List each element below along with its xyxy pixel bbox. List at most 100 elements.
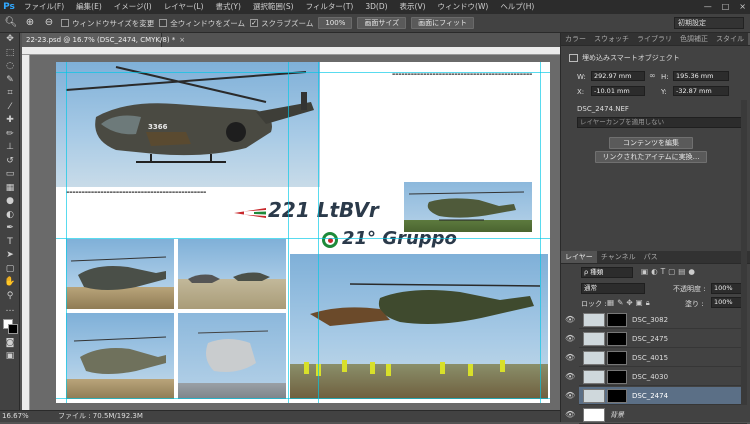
fill-field[interactable]: 100%: [711, 297, 743, 308]
blend-mode-select[interactable]: 通常: [581, 283, 645, 294]
visibility-eye-icon[interactable]: 👁︎: [565, 410, 575, 420]
x-field[interactable]: -10.01 mm: [591, 86, 645, 96]
visibility-eye-icon[interactable]: 👁︎: [565, 315, 575, 325]
quick-select-tool-icon[interactable]: ✎: [0, 74, 20, 88]
menu-help[interactable]: ヘルプ(H): [494, 0, 540, 14]
marquee-tool-icon[interactable]: ⬚: [0, 47, 20, 61]
menu-select[interactable]: 選択範囲(S): [247, 0, 300, 14]
hand-tool-icon[interactable]: ✋: [0, 276, 20, 290]
width-field[interactable]: 292.97 mm: [591, 71, 645, 81]
edit-contents-button[interactable]: コンテンツを編集: [609, 137, 693, 149]
menu-edit[interactable]: 編集(E): [70, 0, 108, 14]
blur-tool-icon[interactable]: ●: [0, 195, 20, 209]
pen-tool-icon[interactable]: ✒: [0, 222, 20, 236]
menu-image[interactable]: イメージ(I): [108, 0, 158, 14]
vertical-ruler[interactable]: [22, 55, 30, 410]
layer-comp-select[interactable]: レイヤーカンプを適用しない: [577, 117, 743, 128]
layer-row[interactable]: 👁︎ DSC_2475: [565, 330, 747, 348]
tab-color[interactable]: カラー: [561, 33, 590, 45]
height-field[interactable]: 195.36 mm: [673, 71, 729, 81]
path-select-icon[interactable]: ➤: [0, 249, 20, 263]
workspace-select[interactable]: 初期設定: [674, 17, 744, 29]
move-tool-icon[interactable]: ✥: [0, 33, 20, 47]
crop-tool-icon[interactable]: ⌗: [0, 87, 20, 101]
shape-tool-icon[interactable]: ▢: [0, 263, 20, 277]
quick-mask-icon[interactable]: ◙: [0, 337, 20, 351]
zoom-level[interactable]: 16.67%: [2, 411, 30, 422]
layer-row[interactable]: 👁︎ DSC_4015: [565, 349, 747, 367]
y-field[interactable]: -32.87 mm: [673, 86, 729, 96]
document-tab[interactable]: 22-23.psd @ 16.7% (DSC_2474, CMYK/8) * ×: [22, 33, 185, 47]
background-color-icon[interactable]: [8, 323, 18, 334]
color-swatches-icon[interactable]: [0, 317, 20, 337]
layer-mask-thumbnail[interactable]: [607, 312, 627, 327]
layer-row[interactable]: 👁︎ DSC_2474: [565, 387, 747, 405]
zoom-100-button[interactable]: 100%: [318, 17, 353, 29]
guide-line[interactable]: [540, 62, 541, 403]
close-window-button[interactable]: ×: [739, 0, 746, 14]
zoom-all-checkbox[interactable]: 全ウィンドウをズーム: [159, 18, 245, 29]
tab-paths[interactable]: パス: [640, 251, 662, 263]
zoom-in-icon[interactable]: ⊕: [23, 16, 37, 30]
menu-window[interactable]: ウィンドウ(W): [432, 0, 495, 14]
fill-screen-button[interactable]: 画面にフィット: [411, 17, 475, 29]
history-brush-icon[interactable]: ↺: [0, 155, 20, 169]
menu-file[interactable]: ファイル(F): [18, 0, 70, 14]
healing-brush-icon[interactable]: ✚: [0, 114, 20, 128]
maximize-button[interactable]: □: [722, 0, 730, 14]
scrubby-zoom-checkbox[interactable]: ✓ スクラブズーム: [250, 18, 313, 29]
more-tools-icon[interactable]: …: [0, 303, 20, 317]
tab-styles[interactable]: スタイル: [712, 33, 748, 45]
guide-line[interactable]: [318, 62, 319, 403]
layer-filter-select[interactable]: ρ 種類: [581, 267, 633, 278]
tab-swatches[interactable]: スウォッチ: [590, 33, 633, 45]
layer-mask-thumbnail[interactable]: [607, 388, 627, 403]
stamp-tool-icon[interactable]: ⊥: [0, 141, 20, 155]
opacity-field[interactable]: 100%: [711, 283, 743, 294]
fit-screen-button[interactable]: 画面サイズ: [357, 17, 407, 29]
lasso-tool-icon[interactable]: ◌: [0, 60, 20, 74]
menu-layer[interactable]: レイヤー(L): [158, 0, 210, 14]
tab-channels[interactable]: チャンネル: [597, 251, 640, 263]
guide-line[interactable]: [288, 62, 289, 403]
menu-view[interactable]: 表示(V): [394, 0, 432, 14]
type-tool-icon[interactable]: T: [0, 236, 20, 250]
screen-mode-icon[interactable]: ▣: [0, 350, 20, 364]
layer-mask-thumbnail[interactable]: [607, 350, 627, 365]
guide-line[interactable]: [56, 398, 550, 399]
document-canvas[interactable]: 3366 ▬▬▬▬▬▬▬▬▬▬▬▬▬▬▬▬▬▬▬▬▬▬▬▬▬▬▬▬▬▬▬▬▬▬▬…: [56, 62, 550, 403]
visibility-eye-icon[interactable]: 👁︎: [565, 391, 575, 401]
layer-row[interactable]: 👁︎ DSC_3082: [565, 311, 747, 329]
zoom-out-icon[interactable]: ⊖: [42, 16, 56, 30]
brush-tool-icon[interactable]: ✏: [0, 128, 20, 142]
guide-line[interactable]: [56, 72, 550, 73]
layer-row[interactable]: 👁︎ DSC_4030: [565, 368, 747, 386]
guide-line[interactable]: [56, 238, 550, 239]
zoom-tool-icon[interactable]: 🔍︎: [4, 16, 18, 30]
eraser-tool-icon[interactable]: ▭: [0, 168, 20, 182]
menu-type[interactable]: 書式(Y): [210, 0, 247, 14]
gradient-tool-icon[interactable]: ▦: [0, 182, 20, 196]
convert-to-linked-button[interactable]: リンクされたアイテムに実換…: [595, 151, 707, 163]
eyedropper-tool-icon[interactable]: ⁄: [0, 101, 20, 115]
dodge-tool-icon[interactable]: ◐: [0, 209, 20, 223]
layer-mask-thumbnail[interactable]: [607, 331, 627, 346]
visibility-eye-icon[interactable]: 👁︎: [565, 353, 575, 363]
menu-filter[interactable]: フィルター(T): [300, 0, 360, 14]
horizontal-ruler[interactable]: [22, 47, 560, 55]
tab-libraries[interactable]: ライブラリ: [633, 33, 676, 45]
canvas-area[interactable]: 3366 ▬▬▬▬▬▬▬▬▬▬▬▬▬▬▬▬▬▬▬▬▬▬▬▬▬▬▬▬▬▬▬▬▬▬▬…: [30, 55, 560, 410]
layer-mask-thumbnail[interactable]: [607, 369, 627, 384]
zoom-tool-icon[interactable]: ⚲: [0, 290, 20, 304]
lock-icons[interactable]: ▦✎✥▣🔒︎: [607, 298, 653, 308]
layer-row[interactable]: 👁︎ 背景: [565, 406, 747, 424]
resize-windows-checkbox[interactable]: ウィンドウサイズを変更: [61, 18, 154, 29]
link-icon[interactable]: ∞: [649, 71, 656, 80]
guide-line[interactable]: [66, 62, 67, 403]
visibility-eye-icon[interactable]: 👁︎: [565, 334, 575, 344]
visibility-eye-icon[interactable]: 👁︎: [565, 372, 575, 382]
close-tab-icon[interactable]: ×: [179, 36, 185, 44]
tab-layers[interactable]: レイヤー: [561, 251, 597, 263]
tab-adjustments[interactable]: 色調補正: [676, 33, 712, 45]
menu-3d[interactable]: 3D(D): [359, 0, 393, 14]
